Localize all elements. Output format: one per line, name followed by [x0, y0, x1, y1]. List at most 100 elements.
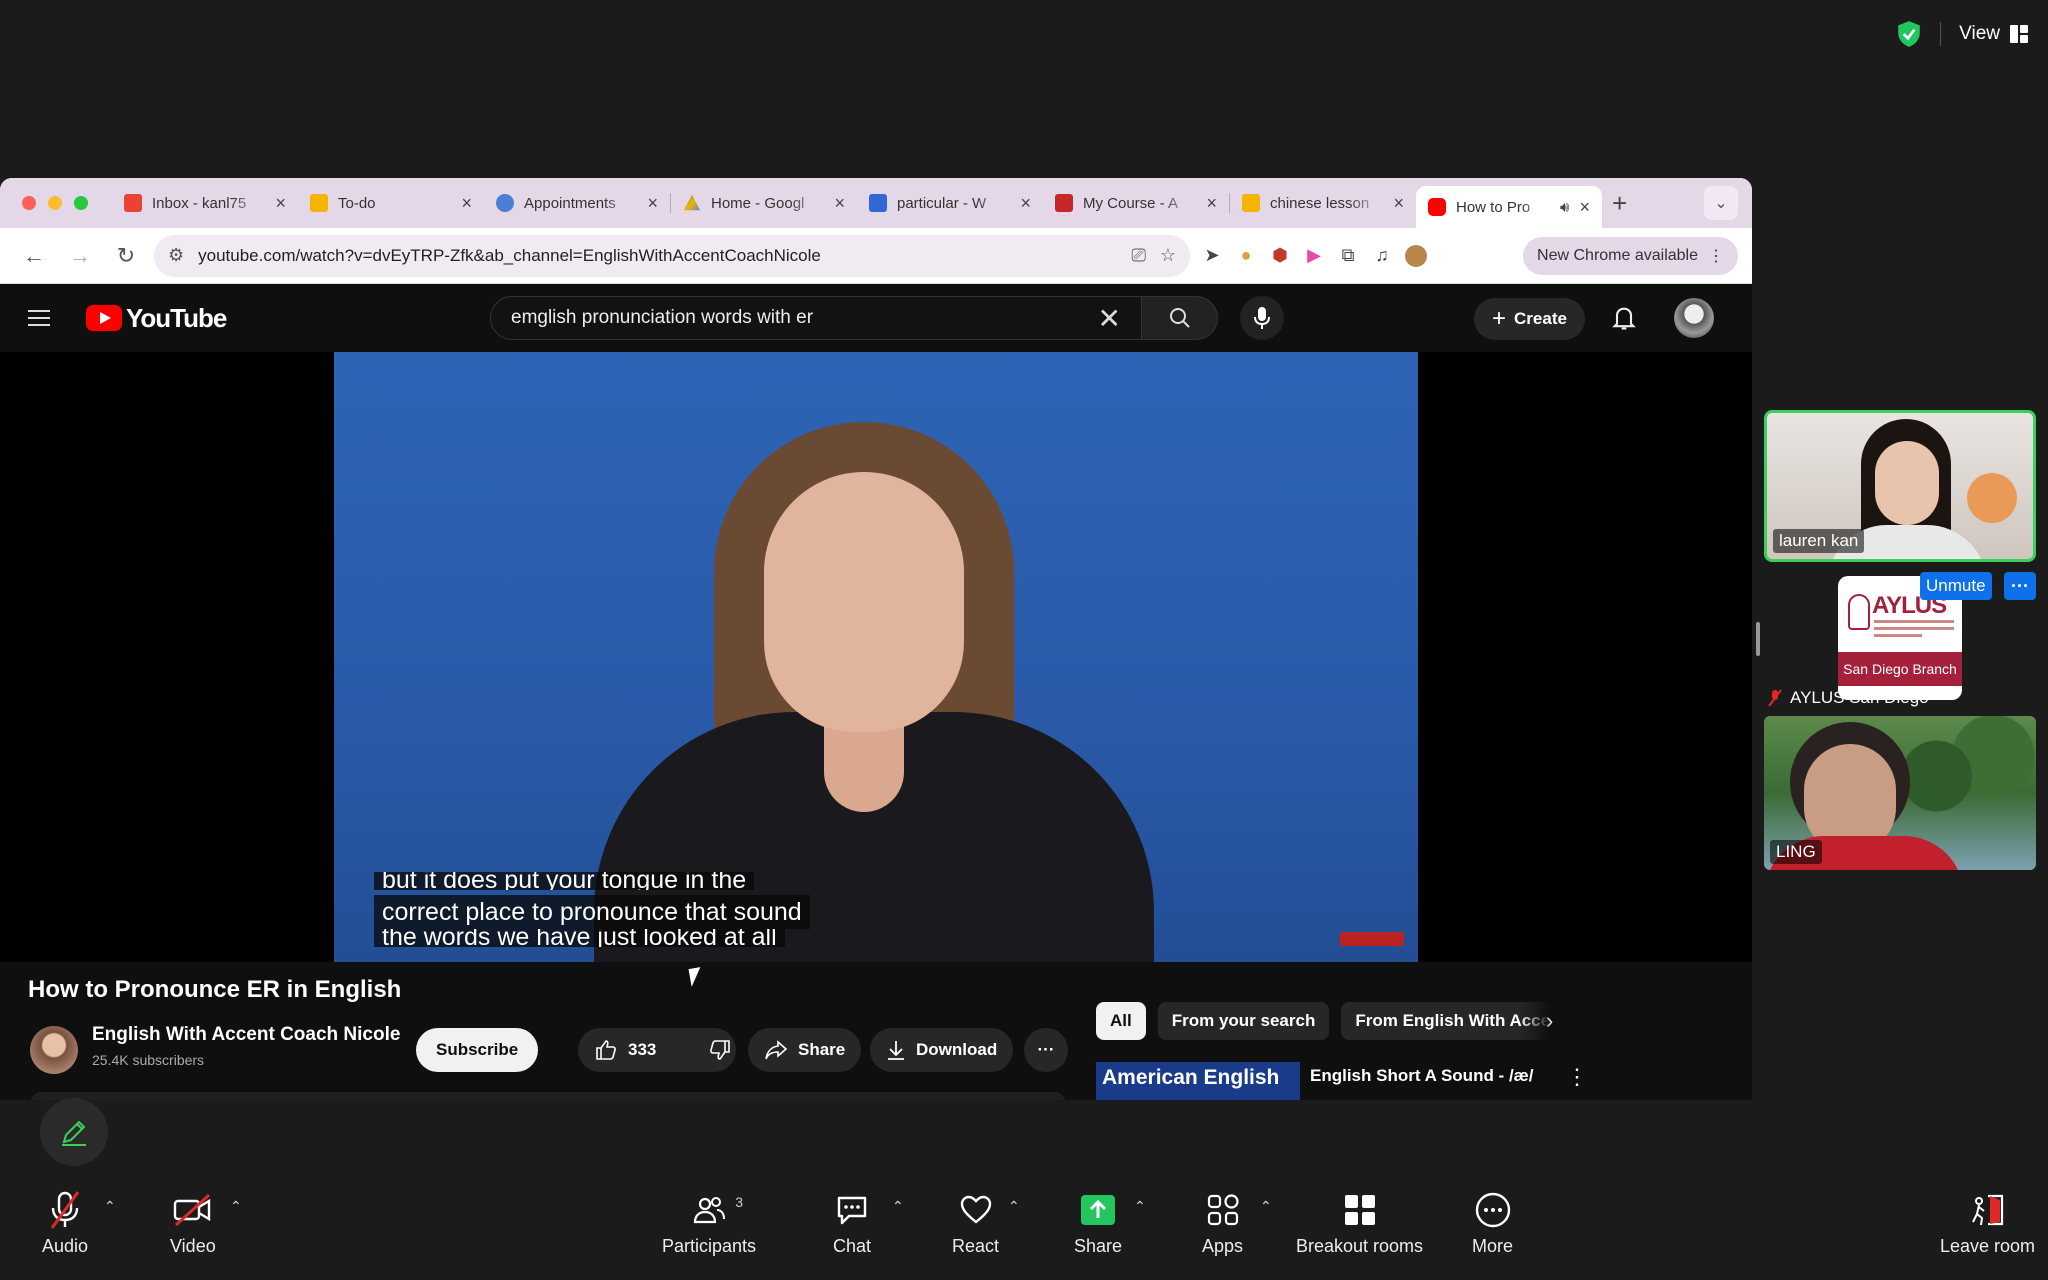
tab-appointments[interactable]: Appointments ×: [484, 184, 670, 222]
tab-my-course[interactable]: My Course - A ×: [1043, 184, 1229, 222]
channel-avatar[interactable]: [30, 1026, 78, 1074]
react-label: React: [952, 1236, 1000, 1256]
search-input[interactable]: emglish pronunciation words with er ✕: [490, 296, 1142, 340]
video-button[interactable]: Video: [170, 1190, 216, 1257]
create-button[interactable]: + Create: [1474, 298, 1585, 340]
gmail-icon: [124, 194, 142, 212]
omnibox[interactable]: ⚙︎ youtube.com/watch?v=dvEyTRP-Zfk&ab_ch…: [154, 234, 1190, 277]
search-button[interactable]: [1142, 296, 1218, 340]
forward-icon[interactable]: →: [62, 238, 98, 274]
chat-options-caret-icon[interactable]: ⌃: [892, 1198, 904, 1215]
notifications-bell-icon[interactable]: [1610, 304, 1638, 332]
maximize-window-icon[interactable]: [74, 196, 88, 210]
extensions-puzzle-icon[interactable]: ⧉: [1336, 244, 1360, 268]
new-chrome-available-button[interactable]: New Chrome available ⋮: [1523, 236, 1738, 275]
share-button[interactable]: Share: [748, 1028, 862, 1072]
download-button[interactable]: Download: [870, 1028, 1014, 1072]
video-options-caret-icon[interactable]: ⌃: [230, 1198, 242, 1215]
tile-more-options-icon[interactable]: ···: [2004, 572, 2036, 600]
clear-search-icon[interactable]: ✕: [1098, 302, 1121, 335]
close-window-icon[interactable]: [22, 196, 36, 210]
dislike-button[interactable]: [692, 1028, 748, 1072]
cursor-extension-icon[interactable]: ➤: [1200, 244, 1224, 268]
recommended-title[interactable]: English Short A Sound - /æ/: [1310, 1066, 1534, 1086]
share-options-caret-icon[interactable]: ⌃: [1134, 1198, 1146, 1215]
chip-all[interactable]: All: [1096, 1002, 1146, 1040]
close-tab-icon[interactable]: ×: [1579, 197, 1590, 218]
annotate-pen-button[interactable]: [40, 1098, 108, 1166]
tab-google-drive[interactable]: Home - Googl ×: [671, 184, 857, 222]
more-actions-icon[interactable]: ···: [1024, 1028, 1068, 1072]
reload-icon[interactable]: ↻: [108, 238, 144, 274]
media-controls-icon[interactable]: ♫: [1370, 244, 1394, 268]
honey-extension-icon[interactable]: ●: [1234, 244, 1258, 268]
apps-button[interactable]: Apps: [1202, 1190, 1243, 1257]
participant-tile-ling[interactable]: LING: [1764, 716, 2036, 870]
close-tab-icon[interactable]: ×: [834, 193, 845, 214]
drive-icon: [683, 194, 701, 211]
video-player[interactable]: but it does put your tongue in the corre…: [0, 352, 1752, 962]
site-settings-icon[interactable]: ⚙︎: [168, 245, 184, 266]
participant-tile-aylus[interactable]: AYLUS San Diego Branch Unmute ··· AYLUS …: [1764, 572, 2036, 712]
install-app-icon[interactable]: ⎚: [1131, 245, 1145, 266]
new-tab-icon[interactable]: +: [1612, 188, 1627, 219]
chat-button[interactable]: Chat: [832, 1190, 872, 1257]
back-icon[interactable]: ←: [16, 238, 52, 274]
subscribe-watermark[interactable]: [1340, 932, 1404, 946]
more-button[interactable]: More: [1472, 1190, 1513, 1257]
close-tab-icon[interactable]: ×: [461, 193, 472, 214]
description-box[interactable]: [30, 1092, 1066, 1100]
channel-name[interactable]: English With Accent Coach Nicole: [92, 1024, 400, 1046]
unmute-button[interactable]: Unmute: [1920, 572, 1992, 600]
tab-chinese-lesson[interactable]: chinese lesson ×: [1230, 184, 1416, 222]
participant-tile-lauren[interactable]: lauren kan: [1764, 410, 2036, 562]
tab-todo[interactable]: To-do ×: [298, 184, 484, 222]
audio-options-caret-icon[interactable]: ⌃: [104, 1198, 116, 1215]
react-options-caret-icon[interactable]: ⌃: [1008, 1198, 1020, 1215]
participant-name: lauren kan: [1773, 529, 1865, 553]
chip-from-channel[interactable]: From English With Accent: [1341, 1002, 1552, 1040]
audio-button[interactable]: Audio: [42, 1190, 88, 1257]
react-button[interactable]: React: [952, 1190, 999, 1257]
leave-room-button[interactable]: Leave room: [1940, 1190, 2035, 1257]
logo-tagline: [1874, 620, 1954, 641]
url-text[interactable]: youtube.com/watch?v=dvEyTRP-Zfk&ab_chann…: [198, 246, 1117, 266]
arrow-extension-icon[interactable]: ▶: [1302, 244, 1326, 268]
view-button[interactable]: View: [1959, 23, 2028, 45]
participant-name: LING: [1770, 840, 1822, 864]
recommended-thumbnail[interactable]: American English: [1096, 1062, 1300, 1100]
chip-from-your-search[interactable]: From your search: [1157, 1002, 1330, 1040]
tab-wordreference[interactable]: particular - W ×: [857, 184, 1043, 222]
participants-count-badge: 3: [735, 1194, 744, 1210]
close-tab-icon[interactable]: ×: [1020, 193, 1031, 214]
close-tab-icon[interactable]: ×: [1206, 193, 1217, 214]
video-frame[interactable]: but it does put your tongue in the corre…: [334, 352, 1418, 962]
share-screen-button[interactable]: Share: [1074, 1190, 1122, 1257]
tab-search-chevron-icon[interactable]: ⌄: [1704, 186, 1738, 220]
voice-search-button[interactable]: [1240, 296, 1284, 340]
youtube-logo[interactable]: YouTube: [86, 303, 227, 334]
apps-options-caret-icon[interactable]: ⌃: [1260, 1198, 1272, 1215]
aylus-branch-band: San Diego Branch: [1838, 652, 1962, 686]
subscribe-button[interactable]: Subscribe: [416, 1028, 539, 1072]
tab-youtube-active[interactable]: How to Pro 🔊︎ ×: [1416, 186, 1602, 228]
heart-icon: [960, 1195, 991, 1224]
account-avatar[interactable]: [1674, 298, 1714, 338]
close-tab-icon[interactable]: ×: [1393, 193, 1404, 214]
tab-gmail[interactable]: Inbox - kanl75 ×: [112, 184, 298, 222]
hamburger-menu-icon[interactable]: [28, 310, 50, 326]
minimize-window-icon[interactable]: [48, 196, 62, 210]
profile-avatar-icon[interactable]: [1404, 244, 1428, 268]
kebab-menu-icon[interactable]: ⋮: [1566, 1064, 1588, 1090]
close-tab-icon[interactable]: ×: [275, 193, 286, 214]
panel-resize-handle[interactable]: [1756, 622, 1760, 656]
like-button[interactable]: 333: [578, 1028, 672, 1072]
security-shield-icon[interactable]: [1896, 20, 1922, 48]
participants-button[interactable]: 3 Participants: [662, 1190, 756, 1257]
breakout-rooms-button[interactable]: Breakout rooms: [1296, 1190, 1423, 1257]
bookmark-star-icon[interactable]: ☆: [1160, 245, 1176, 266]
speaker-icon[interactable]: 🔊︎: [1560, 199, 1569, 216]
chevron-right-icon[interactable]: ›: [1546, 1008, 1553, 1034]
shield-extension-icon[interactable]: ⬢: [1268, 244, 1292, 268]
close-tab-icon[interactable]: ×: [647, 193, 658, 214]
